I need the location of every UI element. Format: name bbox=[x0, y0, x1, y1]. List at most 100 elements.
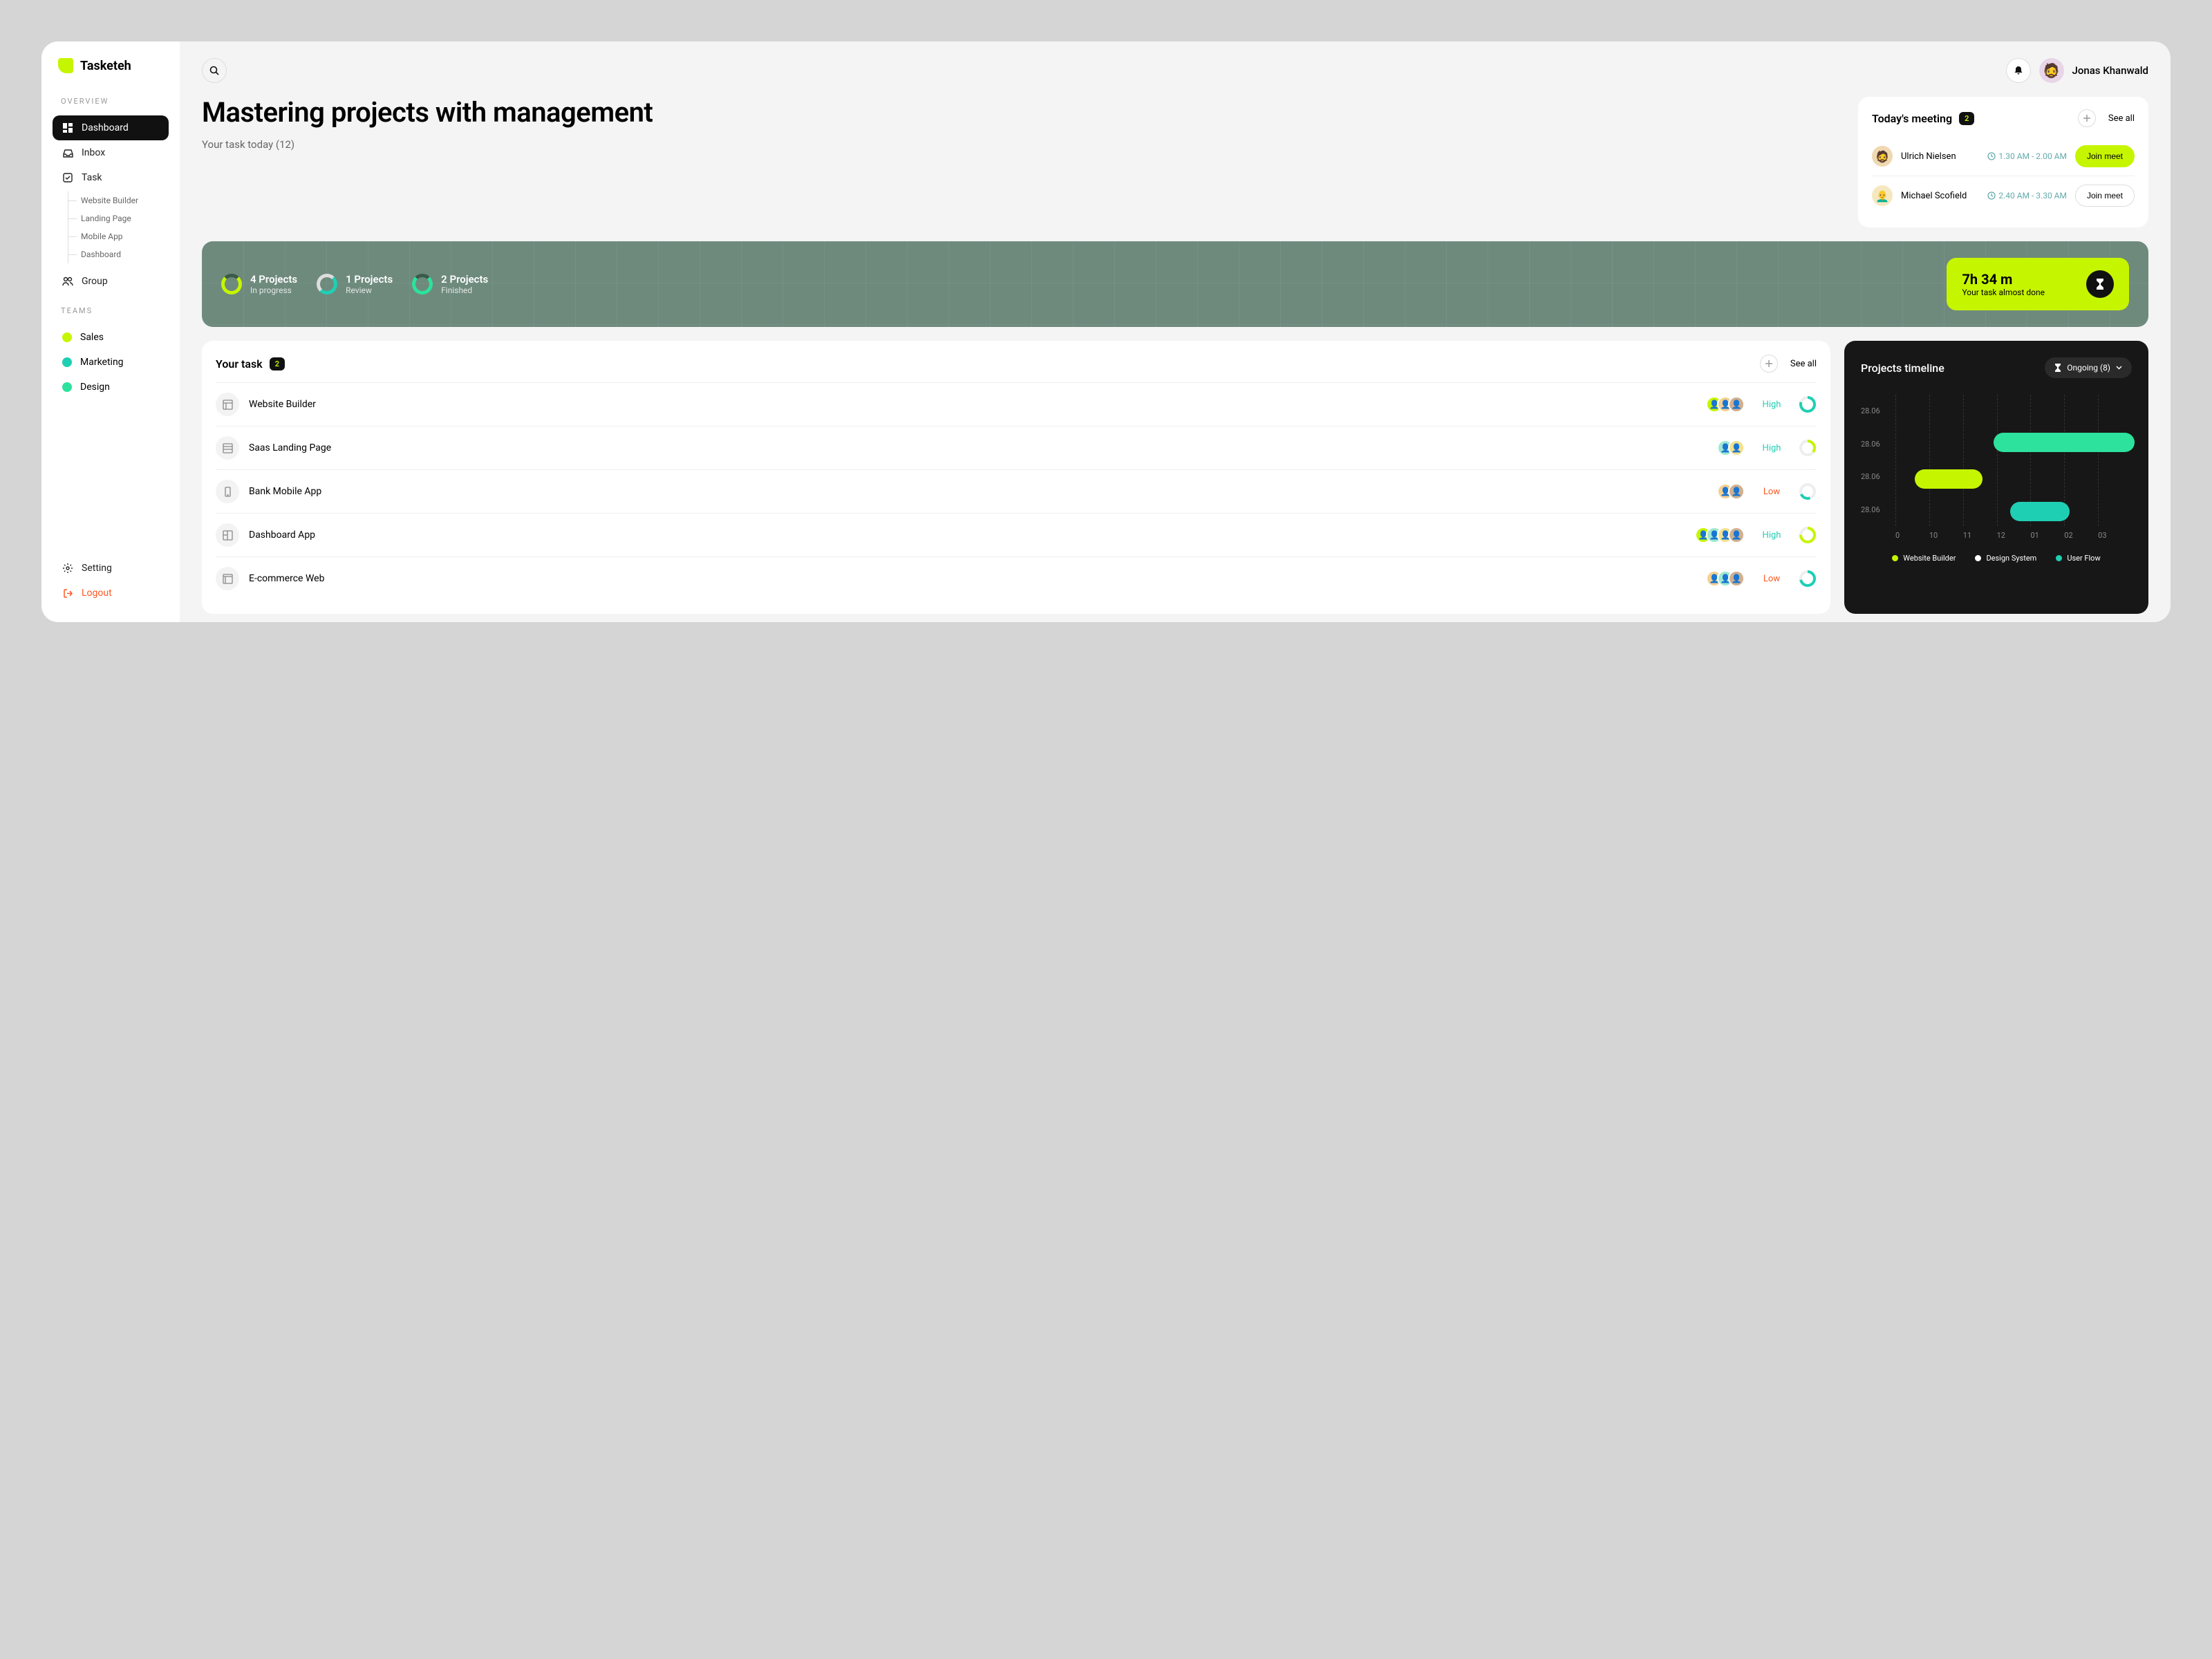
gantt-bar-user-flow[interactable] bbox=[2010, 502, 2070, 521]
task-name: Saas Landing Page bbox=[249, 442, 1707, 453]
main-content: 🧔 Jonas Khanwald Mastering projects with… bbox=[180, 41, 2171, 622]
logo-icon bbox=[58, 58, 73, 73]
plus-icon bbox=[2083, 114, 2091, 122]
app-logo[interactable]: Tasketeh bbox=[53, 58, 169, 73]
layout-icon bbox=[216, 567, 239, 590]
gantt-chart: 28.06 28.06 28.06 28.06 0 10 bbox=[1861, 395, 2132, 540]
sidebar-item-label: Setting bbox=[82, 563, 112, 574]
search-button[interactable] bbox=[202, 58, 227, 83]
task-priority: Low bbox=[1754, 574, 1789, 584]
sidebar-item-label: Logout bbox=[82, 588, 112, 599]
progress-ring-icon bbox=[1799, 570, 1817, 588]
task-name: Bank Mobile App bbox=[249, 486, 1707, 497]
legend-item: Design System bbox=[1975, 554, 2036, 563]
team-design[interactable]: Design bbox=[53, 375, 169, 400]
team-dot-icon bbox=[62, 382, 72, 392]
bell-icon bbox=[2014, 66, 2023, 75]
join-meeting-button[interactable]: Join meet bbox=[2075, 145, 2135, 167]
meeting-avatar: 🧔 bbox=[1872, 146, 1893, 167]
task-row[interactable]: Bank Mobile App 👤 👤 Low bbox=[216, 469, 1817, 513]
progress-ring-icon bbox=[317, 274, 337, 294]
sidebar-subitem-mobile-app[interactable]: Mobile App bbox=[68, 227, 169, 245]
assignees: 👤 👤 bbox=[1717, 483, 1745, 500]
task-row[interactable]: E-commerce Web 👤 👤 👤 Low bbox=[216, 556, 1817, 600]
gantt-bar-website-builder[interactable] bbox=[1915, 469, 1983, 489]
team-label: Marketing bbox=[80, 357, 124, 368]
progress-ring-icon bbox=[412, 274, 433, 294]
chevron-down-icon bbox=[2116, 366, 2122, 370]
app-name: Tasketeh bbox=[80, 59, 131, 73]
clock-icon bbox=[1987, 152, 1996, 160]
sidebar-subitem-dashboard[interactable]: Dashboard bbox=[68, 245, 169, 263]
join-meeting-button[interactable]: Join meet bbox=[2075, 185, 2135, 207]
sidebar-item-task[interactable]: Task bbox=[53, 165, 169, 190]
meeting-name: Michael Scofield bbox=[1901, 191, 1979, 201]
meeting-time: 2.40 AM - 3.30 AM bbox=[1987, 191, 2067, 200]
task-row[interactable]: Website Builder 👤 👤 👤 High bbox=[216, 382, 1817, 426]
layout-icon bbox=[216, 436, 239, 460]
task-priority: High bbox=[1754, 400, 1789, 410]
sidebar-item-group[interactable]: Group bbox=[53, 269, 169, 294]
tasks-card: Your task 2 See all Website Builder 👤 👤 … bbox=[202, 341, 1830, 614]
mobile-icon bbox=[216, 480, 239, 503]
add-meeting-button[interactable] bbox=[2078, 109, 2096, 127]
assignees: 👤 👤 👤 bbox=[1706, 570, 1745, 587]
sidebar-item-label: Group bbox=[82, 276, 108, 287]
task-row[interactable]: Dashboard App 👤 👤 👤 👤 High bbox=[216, 513, 1817, 556]
page-title: Mastering projects with management bbox=[202, 97, 1841, 129]
add-task-button[interactable] bbox=[1760, 355, 1778, 373]
timeline-card: Projects timeline Ongoing (8) 28.06 28.0… bbox=[1844, 341, 2148, 614]
stat-label: In progress bbox=[250, 285, 297, 295]
topbar: 🧔 Jonas Khanwald bbox=[202, 58, 2148, 83]
logout-icon bbox=[62, 588, 73, 599]
search-icon bbox=[209, 66, 219, 75]
gantt-bar-design-system[interactable] bbox=[1994, 433, 2135, 452]
sidebar-item-dashboard[interactable]: Dashboard bbox=[53, 115, 169, 140]
section-overview-label: OVERVIEW bbox=[53, 97, 169, 106]
task-priority: High bbox=[1754, 530, 1789, 541]
team-label: Design bbox=[80, 382, 110, 393]
sidebar-item-inbox[interactable]: Inbox bbox=[53, 140, 169, 165]
sidebar: Tasketeh OVERVIEW Dashboard Inbox Task W… bbox=[41, 41, 180, 622]
meetings-count-badge: 2 bbox=[1959, 112, 1974, 125]
team-marketing[interactable]: Marketing bbox=[53, 350, 169, 375]
notifications-button[interactable] bbox=[2006, 58, 2031, 83]
assignees: 👤 👤 👤 👤 bbox=[1695, 527, 1745, 543]
task-icon bbox=[62, 172, 73, 183]
task-priority: Low bbox=[1754, 487, 1789, 497]
timeline-filter[interactable]: Ongoing (8) bbox=[2045, 357, 2132, 378]
inbox-icon bbox=[62, 147, 73, 158]
time-value: 7h 34 m bbox=[1962, 271, 2045, 288]
sidebar-item-label: Inbox bbox=[82, 147, 105, 158]
timeline-title: Projects timeline bbox=[1861, 362, 1944, 375]
team-sales[interactable]: Sales bbox=[53, 325, 169, 350]
dashboard-icon bbox=[62, 122, 73, 133]
team-dot-icon bbox=[62, 357, 72, 367]
stat-in-progress: 4 Projects In progress bbox=[221, 273, 297, 295]
user-avatar[interactable]: 🧔 bbox=[2039, 58, 2064, 83]
task-name: Dashboard App bbox=[249, 529, 1685, 541]
sidebar-item-logout[interactable]: Logout bbox=[53, 581, 169, 606]
task-priority: High bbox=[1754, 443, 1789, 453]
stat-finished: 2 Projects Finished bbox=[412, 273, 488, 295]
progress-ring-icon bbox=[1799, 482, 1817, 500]
gear-icon bbox=[62, 563, 73, 574]
tasks-see-all[interactable]: See all bbox=[1790, 359, 1817, 369]
task-row[interactable]: Saas Landing Page 👤 👤 High bbox=[216, 426, 1817, 469]
stat-label: Finished bbox=[441, 285, 488, 295]
tasks-count-badge: 2 bbox=[270, 357, 285, 371]
hourglass-icon bbox=[2054, 364, 2061, 372]
sidebar-subitem-landing-page[interactable]: Landing Page bbox=[68, 209, 169, 227]
progress-ring-icon bbox=[1799, 526, 1817, 544]
sidebar-subitem-website-builder[interactable]: Website Builder bbox=[68, 191, 169, 209]
stat-label: Review bbox=[346, 285, 393, 295]
section-teams-label: TEAMS bbox=[53, 306, 169, 315]
legend-item: Website Builder bbox=[1892, 554, 1956, 563]
meeting-row: 🧔 Ulrich Nielsen 1.30 AM - 2.00 AM Join … bbox=[1872, 137, 2135, 176]
meetings-title: Today's meeting bbox=[1872, 112, 1952, 125]
meeting-avatar: 👨‍🦲 bbox=[1872, 185, 1893, 206]
legend-dot-icon bbox=[2056, 555, 2062, 561]
meetings-see-all[interactable]: See all bbox=[2108, 113, 2135, 124]
meeting-name: Ulrich Nielsen bbox=[1901, 151, 1979, 162]
sidebar-item-setting[interactable]: Setting bbox=[53, 556, 169, 581]
